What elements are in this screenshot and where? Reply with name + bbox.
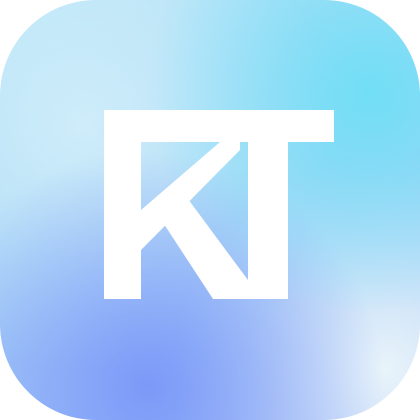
app-icon[interactable] [0,0,420,420]
t-crossbar [104,110,334,142]
k-lower-leg [160,195,262,299]
t-stem [248,142,288,299]
k-stem [104,142,141,299]
kt-logo-icon [104,110,334,299]
